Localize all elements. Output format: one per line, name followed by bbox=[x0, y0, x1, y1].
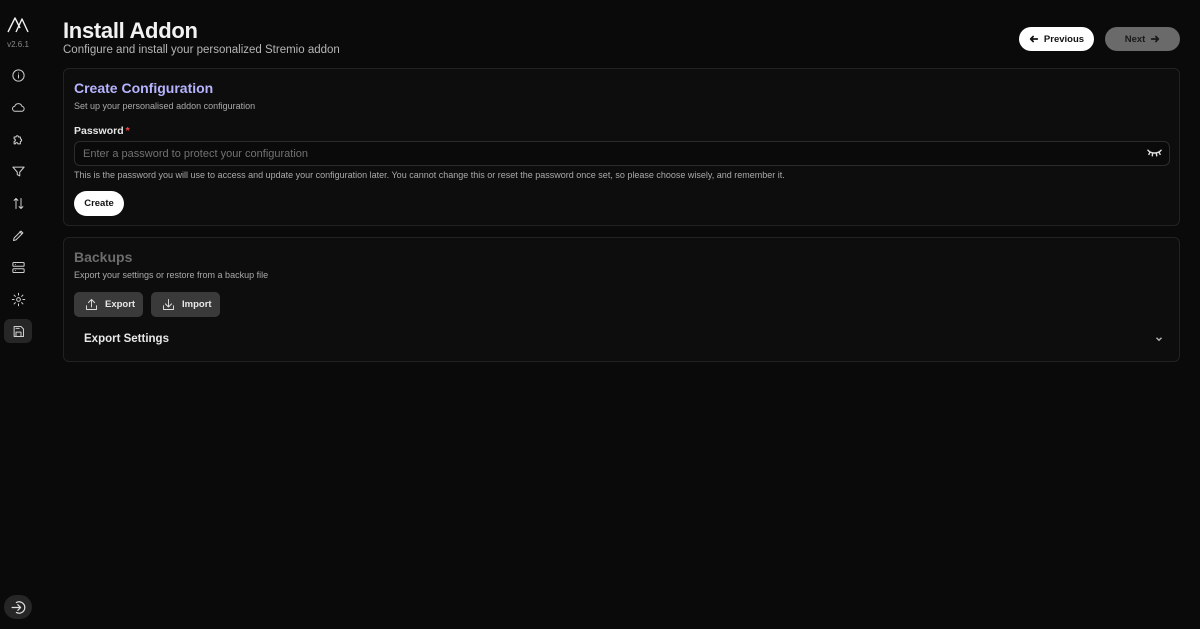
create-configuration-card: Create Configuration Set up your persona… bbox=[63, 68, 1180, 226]
server-icon bbox=[11, 261, 25, 273]
sidebar: v2.6.1 bbox=[0, 0, 36, 629]
create-button[interactable]: Create bbox=[74, 191, 124, 216]
sidebar-item-save-install[interactable] bbox=[4, 319, 32, 343]
import-button[interactable]: Import bbox=[151, 292, 220, 317]
password-label-text: Password bbox=[74, 125, 124, 137]
create-configuration-title: Create Configuration bbox=[74, 80, 214, 96]
password-help-text: This is the password you will use to acc… bbox=[74, 170, 785, 180]
password-input[interactable] bbox=[74, 141, 1170, 166]
sidebar-nav bbox=[4, 63, 32, 343]
version-label: v2.6.1 bbox=[7, 40, 29, 49]
page-title: Install Addon bbox=[63, 18, 198, 43]
puzzle-icon bbox=[13, 134, 22, 144]
sidebar-item-services[interactable] bbox=[4, 95, 32, 119]
sidebar-item-formatter[interactable] bbox=[4, 223, 32, 247]
previous-label: Previous bbox=[1043, 33, 1085, 45]
eye-closed-icon bbox=[1146, 149, 1162, 157]
sidebar-item-sorting[interactable] bbox=[4, 191, 32, 215]
export-settings-accordion[interactable]: Export Settings bbox=[74, 324, 1170, 354]
info-icon bbox=[11, 68, 25, 82]
previous-button[interactable]: Previous bbox=[1019, 27, 1094, 51]
gear-icon bbox=[11, 292, 25, 306]
create-configuration-description: Set up your personalised addon configura… bbox=[74, 101, 256, 111]
page-subtitle: Configure and install your personalized … bbox=[63, 44, 340, 56]
required-mark: * bbox=[125, 125, 130, 137]
sort-icon bbox=[13, 197, 23, 209]
sidebar-item-miscellaneous[interactable] bbox=[4, 287, 32, 311]
arrow-right-icon bbox=[1151, 35, 1160, 43]
export-settings-label: Export Settings bbox=[84, 333, 169, 345]
backups-card: Backups Export your settings or restore … bbox=[63, 237, 1180, 362]
cloud-icon bbox=[11, 102, 25, 112]
sidebar-item-about[interactable] bbox=[4, 63, 32, 87]
password-label: Password * bbox=[74, 125, 130, 137]
logout-icon bbox=[11, 600, 25, 614]
backups-title: Backups bbox=[74, 249, 133, 265]
password-visibility-toggle[interactable] bbox=[1146, 146, 1162, 160]
upload-icon bbox=[86, 299, 97, 310]
mountain-logo-icon[interactable] bbox=[4, 12, 32, 36]
sidebar-item-filters[interactable] bbox=[4, 159, 32, 183]
sidebar-item-addons[interactable] bbox=[4, 127, 32, 151]
export-label: Export bbox=[105, 299, 136, 310]
download-icon bbox=[163, 299, 174, 310]
backups-description: Export your settings or restore from a b… bbox=[74, 270, 269, 280]
save-icon bbox=[13, 325, 24, 337]
chevron-down-icon bbox=[1155, 337, 1163, 342]
next-label: Next bbox=[1124, 33, 1146, 45]
sidebar-item-proxy[interactable] bbox=[4, 255, 32, 279]
logout-button[interactable] bbox=[4, 595, 32, 619]
export-button[interactable]: Export bbox=[74, 292, 143, 317]
arrow-left-icon bbox=[1029, 35, 1039, 43]
filter-icon bbox=[11, 166, 25, 176]
pen-icon bbox=[12, 230, 23, 241]
import-label: Import bbox=[182, 299, 212, 310]
next-button[interactable]: Next bbox=[1105, 27, 1180, 51]
